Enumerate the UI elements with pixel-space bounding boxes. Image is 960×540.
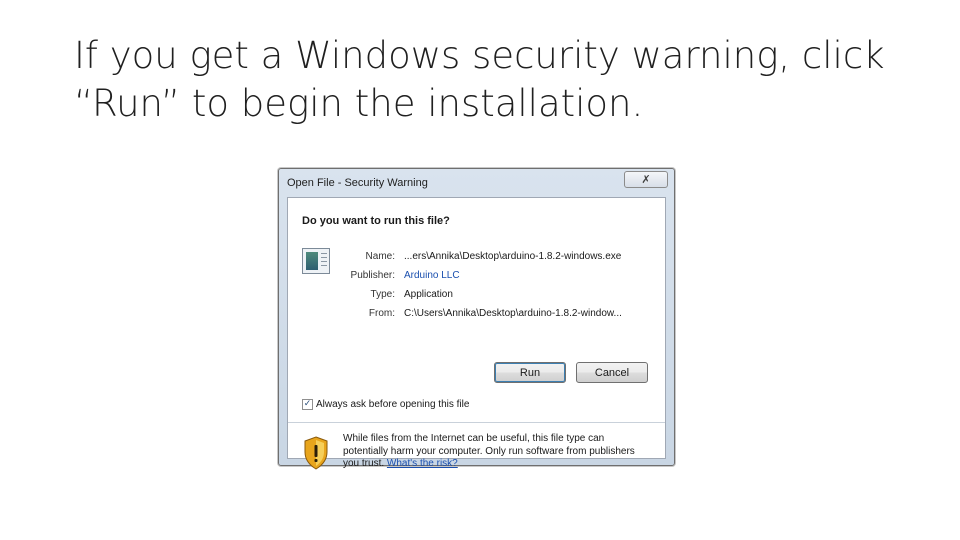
dialog-question: Do you want to run this file? (302, 215, 450, 227)
always-ask-label[interactable]: Always ask before opening this file (316, 399, 469, 410)
security-shield-icon (304, 436, 328, 470)
dialog-title: Open File - Security Warning (287, 177, 428, 189)
info-row-from: From: C:\Users\Annika\Desktop\arduino-1.… (288, 308, 667, 322)
run-button[interactable]: Run (494, 362, 566, 383)
info-row-publisher: Publisher: Arduino LLC (288, 270, 667, 284)
type-value: Application (404, 289, 453, 300)
warning-area: While files from the Internet can be use… (288, 423, 665, 470)
always-ask-checkbox[interactable]: ✓ (302, 399, 313, 410)
dialog-titlebar[interactable]: Open File - Security Warning ✗ (279, 169, 674, 197)
from-label: From: (368, 308, 395, 319)
publisher-link[interactable]: Arduino LLC (404, 270, 460, 281)
info-row-name: Name: ...ers\Annika\Desktop\arduino-1.8.… (288, 251, 667, 265)
publisher-label: Publisher: (350, 270, 395, 281)
dialog-body: Do you want to run this file? Name: ...e… (287, 197, 667, 470)
from-value: C:\Users\Annika\Desktop\arduino-1.8.2-wi… (404, 308, 622, 319)
name-label: Name: (365, 251, 395, 262)
warning-message: While files from the Internet can be use… (343, 433, 643, 471)
whats-the-risk-link[interactable]: What's the risk? (387, 458, 458, 469)
security-warning-dialog: Open File - Security Warning ✗ Do you wa… (278, 168, 675, 470)
type-label: Type: (370, 289, 395, 300)
name-value: ...ers\Annika\Desktop\arduino-1.8.2-wind… (404, 251, 622, 262)
slide-title: If you get a Windows security warning, c… (74, 34, 885, 125)
info-row-type: Type: Application (288, 289, 667, 303)
close-icon: ✗ (641, 173, 651, 186)
cancel-button[interactable]: Cancel (576, 362, 648, 383)
close-button[interactable]: ✗ (624, 171, 668, 188)
